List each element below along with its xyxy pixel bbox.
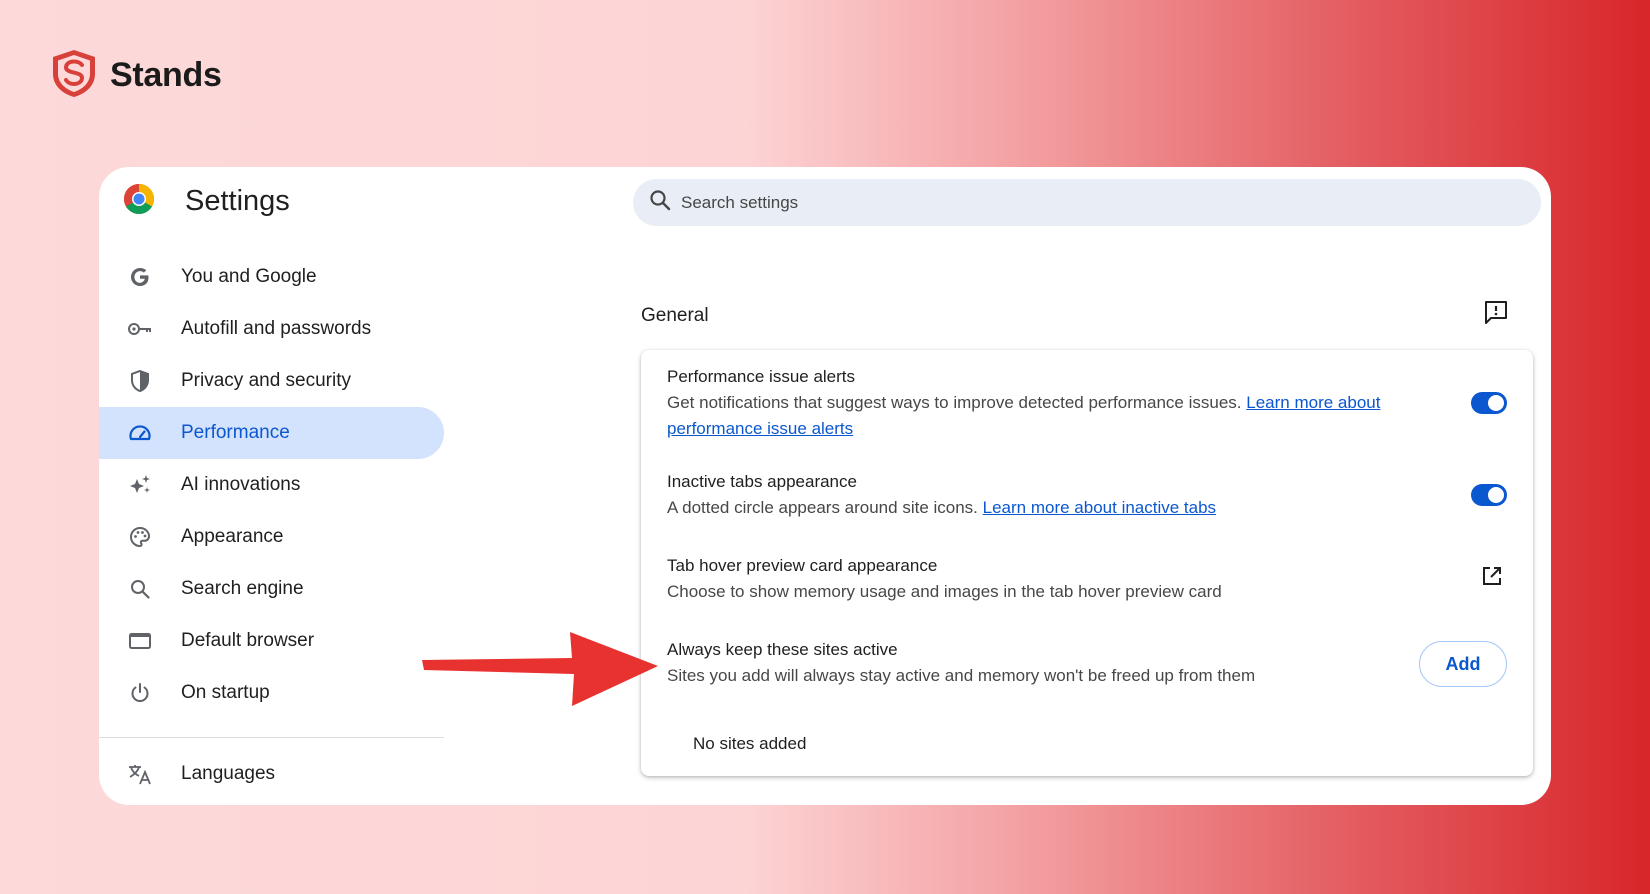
sidebar-item-label: Default browser <box>181 630 315 651</box>
key-icon <box>127 316 153 342</box>
setting-title: Tab hover preview card appearance <box>667 556 938 575</box>
setting-row-always-active-sites: Always keep these sites active Sites you… <box>667 637 1507 689</box>
setting-title: Always keep these sites active <box>667 640 898 659</box>
toggle-knob <box>1488 395 1504 411</box>
brand: Stands <box>50 48 222 103</box>
palette-icon <box>127 524 153 550</box>
shield-icon <box>127 368 153 394</box>
setting-description: Get notifications that suggest ways to i… <box>667 390 1427 442</box>
feedback-icon[interactable] <box>1483 299 1509 330</box>
inactive-tabs-toggle[interactable] <box>1471 484 1507 506</box>
search-bar[interactable] <box>633 179 1541 226</box>
performance-alerts-toggle[interactable] <box>1471 392 1507 414</box>
setting-description: Choose to show memory usage and images i… <box>667 582 1222 601</box>
translate-icon <box>127 761 153 787</box>
speedometer-icon <box>127 420 153 446</box>
settings-card: Performance issue alerts Get notificatio… <box>641 350 1533 776</box>
sidebar-item-search-engine[interactable]: Search engine <box>99 563 444 615</box>
sidebar-item-on-startup[interactable]: On startup <box>99 667 444 719</box>
sidebar-item-label: Appearance <box>181 526 284 547</box>
sidebar-item-languages[interactable]: Languages <box>99 748 444 800</box>
setting-description: A dotted circle appears around site icon… <box>667 495 1467 521</box>
toggle-knob <box>1488 487 1504 503</box>
search-icon <box>649 189 671 216</box>
brand-name: Stands <box>110 56 222 94</box>
setting-title: Performance issue alerts <box>667 367 856 386</box>
settings-header: Settings <box>123 183 290 220</box>
setting-row-performance-alerts: Performance issue alerts Get notificatio… <box>667 364 1507 442</box>
empty-state-text: No sites added <box>693 734 807 753</box>
learn-more-link[interactable]: Learn more about inactive tabs <box>983 498 1216 517</box>
sidebar-item-label: AI innovations <box>181 474 301 495</box>
add-site-button[interactable]: Add <box>1419 641 1507 687</box>
setting-description-text: Get notifications that suggest ways to i… <box>667 393 1242 412</box>
sidebar-item-you-and-google[interactable]: You and Google <box>99 251 444 303</box>
sidebar-item-autofill-and-passwords[interactable]: Autofill and passwords <box>99 303 444 355</box>
sidebar-item-performance[interactable]: Performance <box>99 407 444 459</box>
sidebar-item-ai-innovations[interactable]: AI innovations <box>99 459 444 511</box>
sidebar-item-label: Privacy and security <box>181 370 352 391</box>
sidebar-item-appearance[interactable]: Appearance <box>99 511 444 563</box>
power-icon <box>127 680 153 706</box>
search-input[interactable] <box>681 192 1481 213</box>
sidebar-item-label: On startup <box>181 682 270 703</box>
browser-window-icon <box>127 628 153 654</box>
page-title: Settings <box>185 185 290 217</box>
setting-row-tab-hover-preview: Tab hover preview card appearance Choose… <box>667 553 1507 605</box>
google-g-icon <box>127 264 153 290</box>
settings-window: Settings You and Google Autofill and pas… <box>99 167 1551 805</box>
sidebar-divider <box>99 737 444 738</box>
setting-description: Sites you add will always stay active an… <box>667 666 1256 685</box>
setting-title: Inactive tabs appearance <box>667 472 857 491</box>
section-title: General <box>641 305 709 326</box>
red-arrow-pointer-icon <box>422 628 662 713</box>
sidebar-item-label: Search engine <box>181 578 304 599</box>
setting-row-inactive-tabs: Inactive tabs appearance A dotted circle… <box>667 469 1507 521</box>
sidebar-item-label: Autofill and passwords <box>181 318 372 339</box>
sidebar-item-privacy-and-security[interactable]: Privacy and security <box>99 355 444 407</box>
sidebar-item-label: Languages <box>181 763 276 784</box>
sidebar-nav: You and Google Autofill and passwords Pr… <box>99 251 444 800</box>
sidebar-item-label: Performance <box>181 422 290 443</box>
setting-description-text: A dotted circle appears around site icon… <box>667 498 978 517</box>
chrome-logo-icon <box>123 183 155 220</box>
sidebar-item-default-browser[interactable]: Default browser <box>99 615 444 667</box>
sparkle-icon <box>127 472 153 498</box>
external-link-icon[interactable] <box>1481 565 1503 592</box>
stands-shield-logo-icon <box>50 48 98 103</box>
sidebar-item-label: You and Google <box>181 266 317 287</box>
search-icon <box>127 576 153 602</box>
